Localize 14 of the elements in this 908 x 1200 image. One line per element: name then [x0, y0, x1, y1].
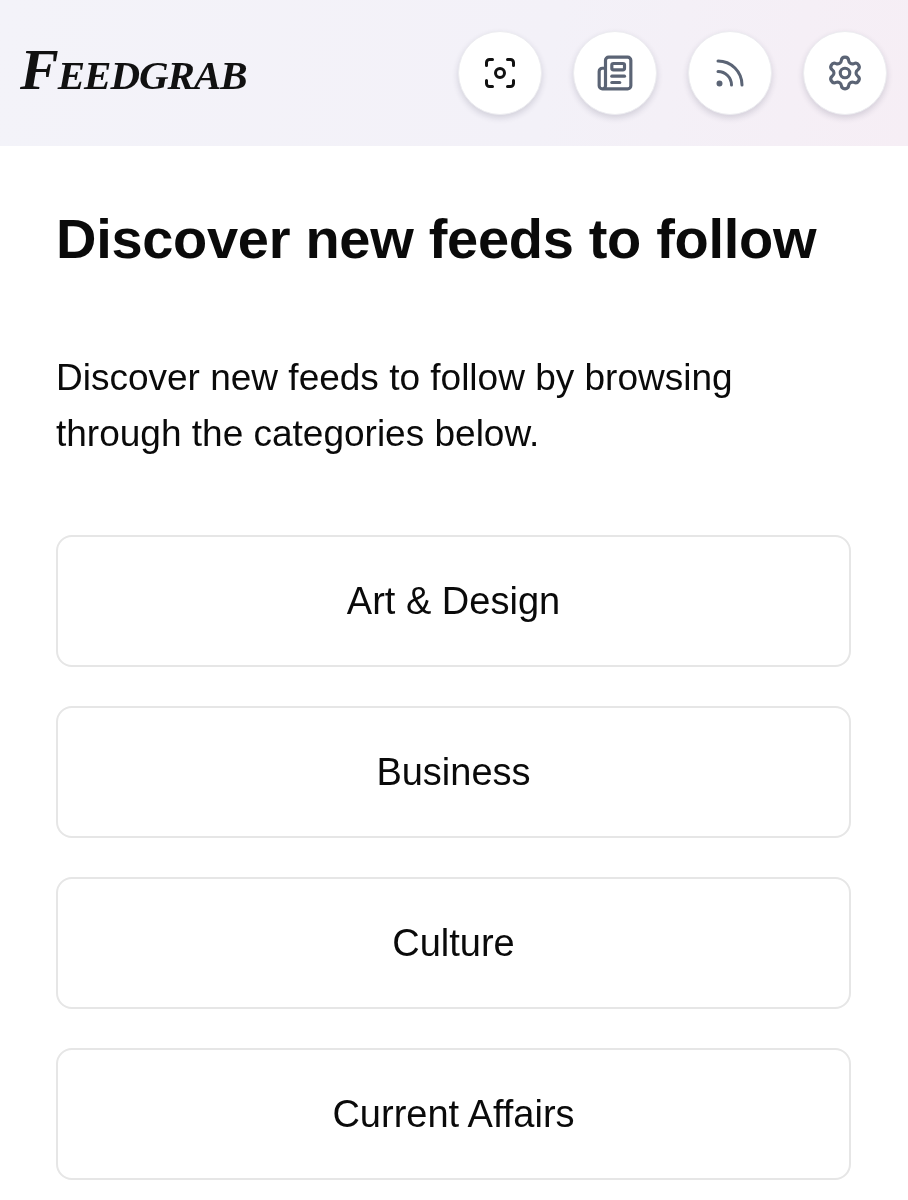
category-button[interactable]: Culture — [56, 877, 851, 1009]
logo: Feedgrab — [20, 41, 247, 99]
settings-button[interactable] — [803, 31, 887, 115]
newspaper-icon — [596, 54, 634, 92]
scan-icon — [482, 55, 518, 91]
page-title: Discover new feeds to follow — [56, 208, 818, 270]
category-button[interactable]: Art & Design — [56, 535, 851, 667]
rss-button[interactable] — [688, 31, 772, 115]
settings-icon — [826, 54, 864, 92]
intro-text: Discover new feeds to follow by browsing through the categories below. — [56, 356, 734, 456]
category-button[interactable]: Current Affairs — [56, 1048, 851, 1180]
category-button[interactable]: Business — [56, 706, 851, 838]
scan-button[interactable] — [458, 31, 542, 115]
newspaper-button[interactable] — [573, 31, 657, 115]
